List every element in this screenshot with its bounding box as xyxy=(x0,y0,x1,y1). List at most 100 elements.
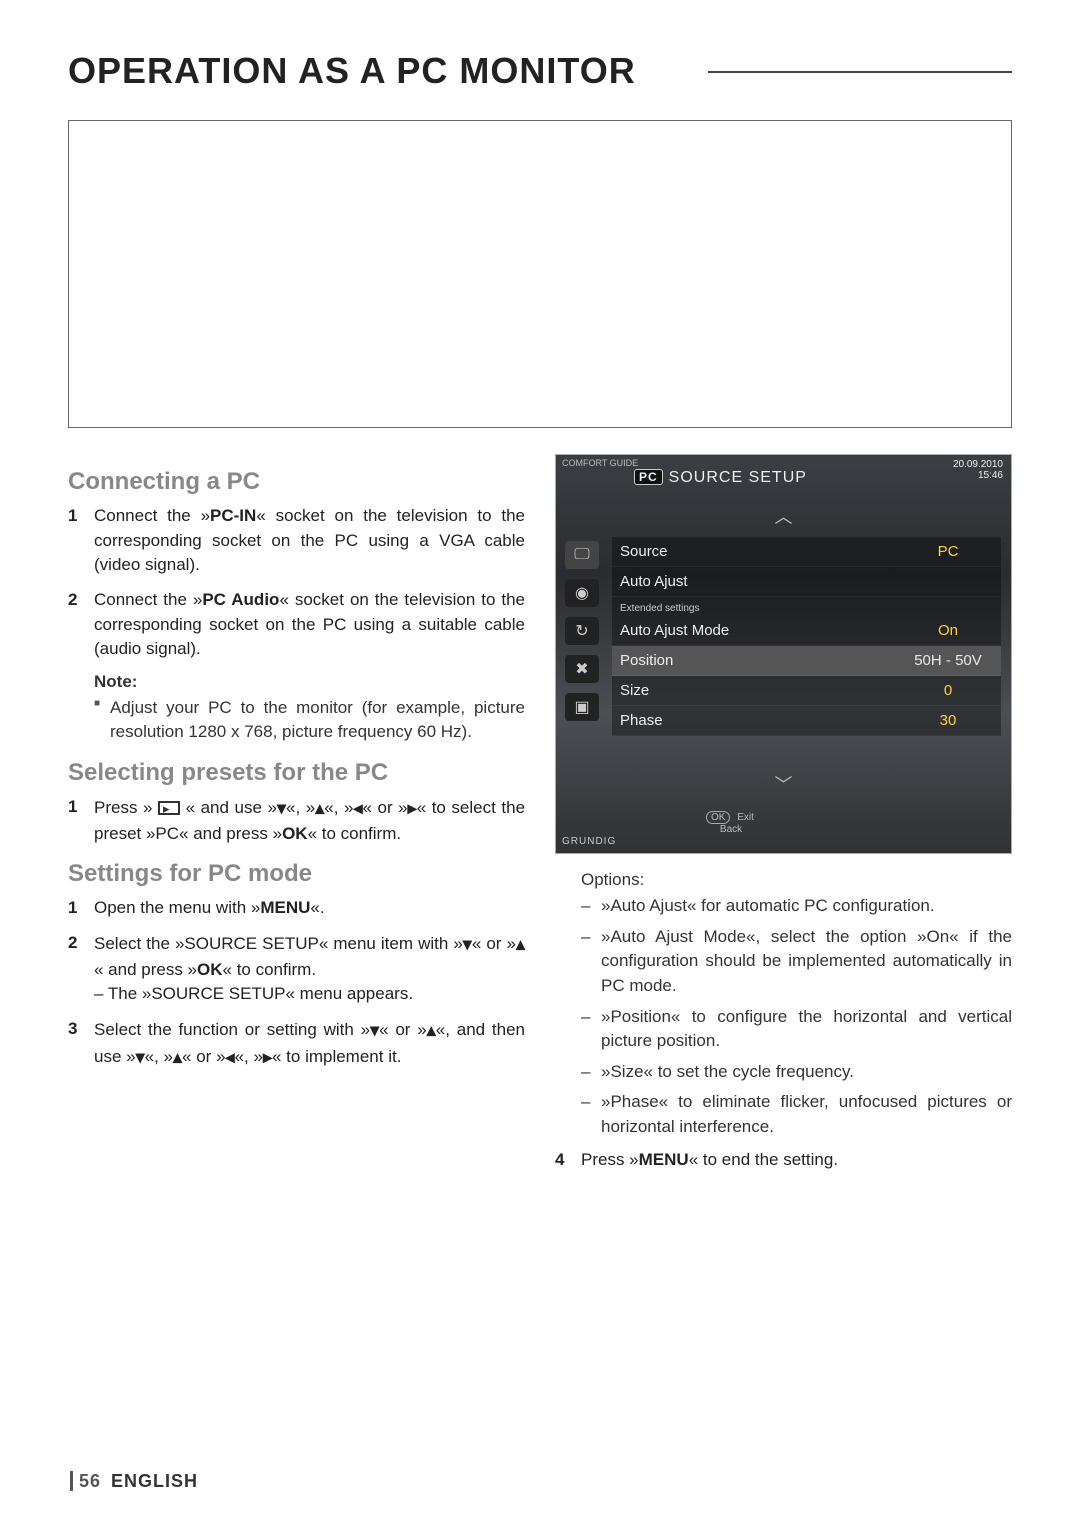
osd-settings-list: Source PC Auto Ajust Extended settings A… xyxy=(612,537,1001,736)
text: «, » xyxy=(145,1046,173,1065)
heading-settings: Settings for PC mode xyxy=(68,860,525,888)
comfort-guide-label: COMFORT GUIDE xyxy=(562,459,638,468)
text: Select the function or setting with » xyxy=(94,1020,370,1039)
down-arrow-icon xyxy=(370,1017,379,1044)
sidebar-loop-icon: ↻ xyxy=(565,617,599,645)
bold-ok: OK xyxy=(197,960,223,979)
page-footer: 56 ENGLISH xyxy=(70,1471,198,1492)
connecting-step-2: 2 Connect the »PC Audio« socket on the t… xyxy=(68,588,525,662)
step-number: 4 xyxy=(555,1148,581,1173)
osd-value: 50H - 50V xyxy=(903,652,993,669)
ok-button-icon: OK xyxy=(706,811,730,824)
option-auto-ajust-mode: »Auto Ajust Mode«, select the option »On… xyxy=(581,925,1012,999)
pc-mode-icon: PC xyxy=(634,469,663,485)
osd-row-auto-ajust: Auto Ajust xyxy=(612,567,1001,597)
step-number: 2 xyxy=(68,588,94,662)
text: Select the »SOURCE SETUP« menu item with… xyxy=(94,934,463,953)
text: « to implement it. xyxy=(272,1046,401,1065)
hint-back: Back xyxy=(720,824,742,835)
down-arrow-icon xyxy=(463,931,472,958)
down-arrow-icon xyxy=(136,1044,145,1071)
step-number: 1 xyxy=(68,896,94,921)
osd-sidebar: 🖵 ◉ ↻ ✖ ▣ xyxy=(560,541,604,721)
text: « to confirm. xyxy=(308,824,402,843)
up-arrow-icon xyxy=(427,1017,436,1044)
osd-ok-hint: OK Exit Back xyxy=(706,811,754,835)
osd-value: PC xyxy=(903,543,993,560)
hint-exit: Exit xyxy=(737,812,754,823)
osd-row-size: Size 0 xyxy=(612,676,1001,706)
scroll-down-icon: ﹀ xyxy=(775,771,793,797)
source-button-icon xyxy=(158,801,180,815)
text: Press » xyxy=(581,1150,639,1169)
page-language: ENGLISH xyxy=(111,1471,198,1491)
sidebar-pip-icon: ▣ xyxy=(565,693,599,721)
osd-label: Size xyxy=(620,682,649,699)
text: « or » xyxy=(472,934,516,953)
text: « to end the setting. xyxy=(689,1150,838,1169)
osd-label: Auto Ajust Mode xyxy=(620,622,729,639)
step-number: 1 xyxy=(68,795,94,846)
right-arrow-icon xyxy=(263,1044,272,1071)
left-arrow-icon xyxy=(353,795,362,822)
settings-step-1: 1 Open the menu with »MENU«. xyxy=(68,896,525,921)
option-size: »Size« to set the cycle frequency. xyxy=(581,1060,1012,1085)
osd-value: 30 xyxy=(903,712,993,729)
option-phase: »Phase« to eliminate flicker, unfocused … xyxy=(581,1090,1012,1139)
osd-menu-title: PC SOURCE SETUP xyxy=(634,469,807,487)
note-heading: Note: xyxy=(94,672,525,692)
bold-menu: MENU xyxy=(260,898,310,917)
text: « or » xyxy=(182,1046,225,1065)
osd-label: Phase xyxy=(620,712,663,729)
osd-time: 15:46 xyxy=(978,470,1003,481)
right-arrow-icon xyxy=(408,795,417,822)
text: « to confirm. xyxy=(223,960,317,979)
step-number: 3 xyxy=(68,1017,94,1070)
heading-connecting: Connecting a PC xyxy=(68,468,525,496)
heading-presets: Selecting presets for the PC xyxy=(68,759,525,787)
up-arrow-icon xyxy=(315,795,324,822)
sidebar-tools-icon: ✖ xyxy=(565,655,599,683)
osd-row-position: Position 50H - 50V xyxy=(612,646,1001,676)
osd-row-phase: Phase 30 xyxy=(612,706,1001,736)
osd-row-auto-mode: Auto Ajust Mode On xyxy=(612,616,1001,646)
settings-step-4: 4 Press »MENU« to end the setting. xyxy=(555,1148,1012,1173)
options-heading: Options: xyxy=(581,870,1012,890)
note-body: Adjust your PC to the monitor (for examp… xyxy=(94,696,525,745)
up-arrow-icon xyxy=(516,931,525,958)
down-arrow-icon xyxy=(277,795,286,822)
substep-text: – The »SOURCE SETUP« menu appears. xyxy=(94,984,413,1003)
text: « and press » xyxy=(94,960,197,979)
osd-label: Source xyxy=(620,543,668,560)
text: « or » xyxy=(379,1020,427,1039)
text: Connect the » xyxy=(94,590,202,609)
options-list: »Auto Ajust« for automatic PC configura­… xyxy=(555,894,1012,1140)
left-arrow-icon xyxy=(226,1044,235,1071)
connection-diagram: Diagram: TV rear panel connected via VGA… xyxy=(68,120,1012,428)
osd-label: Auto Ajust xyxy=(620,573,688,590)
text: « or » xyxy=(363,798,408,817)
presets-step-1: 1 Press » « and use »«, »«, »« or »« to … xyxy=(68,795,525,846)
text: «, » xyxy=(286,798,315,817)
bold-pc-in: PC-IN xyxy=(210,506,256,525)
text: «, » xyxy=(235,1046,263,1065)
up-arrow-icon xyxy=(173,1044,182,1071)
settings-step-3: 3 Select the function or setting with » «… xyxy=(68,1017,525,1070)
bold-pc-audio: PC Audio xyxy=(202,590,279,609)
osd-value: 0 xyxy=(903,682,993,699)
connecting-step-1: 1 Connect the »PC-IN« socket on the tele… xyxy=(68,504,525,578)
sidebar-pc-icon: 🖵 xyxy=(565,541,599,569)
osd-value: On xyxy=(903,622,993,639)
sidebar-eye-icon: ◉ xyxy=(565,579,599,607)
text: Open the menu with » xyxy=(94,898,260,917)
osd-source-setup-menu: COMFORT GUIDE 20.09.2010 15:46 PC SOURCE … xyxy=(555,454,1012,854)
page-title: OPERATION AS A PC MONITOR xyxy=(68,50,1012,92)
scroll-up-icon: ︿ xyxy=(775,503,793,529)
osd-brand: GRUNDIG xyxy=(562,836,616,847)
osd-datetime: 20.09.2010 15:46 xyxy=(953,459,1003,481)
text: Press » xyxy=(94,798,158,817)
osd-menu-title-text: SOURCE SETUP xyxy=(669,469,807,486)
osd-date: 20.09.2010 xyxy=(953,459,1003,470)
text: « and use » xyxy=(180,798,277,817)
bold-menu: MENU xyxy=(639,1150,689,1169)
